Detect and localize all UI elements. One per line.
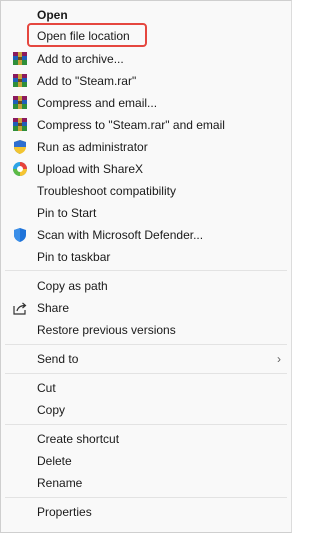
shield-uac-icon [12,139,28,155]
menu-item-copy-as-path[interactable]: Copy as path [5,276,287,297]
highlight-box [27,23,147,47]
menu-item-label: Pin to taskbar [37,250,111,264]
menu-item-label: Share [37,301,70,315]
menu-item-label: Add to "Steam.rar" [37,74,137,88]
menu-item-label: Cut [37,381,56,395]
menu-item-troubleshoot-compatibility[interactable]: Troubleshoot compatibility [5,181,287,202]
menu-item-label: Open [37,8,68,22]
menu-separator [5,424,287,425]
menu-item-restore-previous-versions[interactable]: Restore previous versions [5,320,287,341]
menu-item-label: Add to archive... [37,52,124,66]
menu-item-copy[interactable]: Copy [5,400,287,421]
menu-item-label: Pin to Start [37,206,97,220]
menu-item-pin-to-start[interactable]: Pin to Start [5,203,287,224]
menu-item-pin-to-taskbar[interactable]: Pin to taskbar [5,247,287,268]
context-menu: Open Open file location Add to archive..… [0,0,292,533]
menu-item-label: Delete [37,454,72,468]
menu-item-label: Copy [37,403,66,417]
menu-item-label: Copy as path [37,279,108,293]
menu-item-label: Properties [37,505,92,519]
menu-item-compress-to-steam-rar-and-email[interactable]: Compress to "Steam.rar" and email [5,115,287,136]
menu-item-send-to[interactable]: Send to › [5,349,287,370]
menu-item-label: Upload with ShareX [37,162,144,176]
menu-item-properties[interactable]: Properties [5,502,287,523]
menu-item-compress-and-email[interactable]: Compress and email... [5,93,287,114]
menu-separator [5,344,287,345]
share-icon [12,300,28,316]
chevron-right-icon: › [277,352,281,366]
menu-item-cut[interactable]: Cut [5,378,287,399]
menu-separator [5,270,287,271]
menu-item-label: Run as administrator [37,140,148,154]
menu-item-label: Create shortcut [37,432,120,446]
menu-separator [5,373,287,374]
winrar-icon [12,117,28,133]
winrar-icon [12,51,28,67]
menu-item-add-to-archive[interactable]: Add to archive... [5,49,287,70]
menu-separator [5,497,287,498]
menu-item-rename[interactable]: Rename [5,473,287,494]
menu-item-label: Scan with Microsoft Defender... [37,228,204,242]
menu-item-label: Troubleshoot compatibility [37,184,176,198]
defender-shield-icon [12,227,28,243]
menu-item-label: Send to [37,352,79,366]
menu-item-delete[interactable]: Delete [5,451,287,472]
winrar-icon [12,95,28,111]
menu-item-label: Rename [37,476,83,490]
menu-item-label: Compress and email... [37,96,158,110]
menu-item-share[interactable]: Share [5,298,287,319]
menu-item-add-to-steam-rar[interactable]: Add to "Steam.rar" [5,71,287,92]
menu-item-scan-with-defender[interactable]: Scan with Microsoft Defender... [5,225,287,246]
menu-item-create-shortcut[interactable]: Create shortcut [5,429,287,450]
menu-item-run-as-administrator[interactable]: Run as administrator [5,137,287,158]
winrar-icon [12,73,28,89]
menu-item-upload-with-sharex[interactable]: Upload with ShareX [5,159,287,180]
menu-item-label: Restore previous versions [37,323,176,337]
menu-item-label: Compress to "Steam.rar" and email [37,118,225,132]
sharex-icon [12,161,28,177]
